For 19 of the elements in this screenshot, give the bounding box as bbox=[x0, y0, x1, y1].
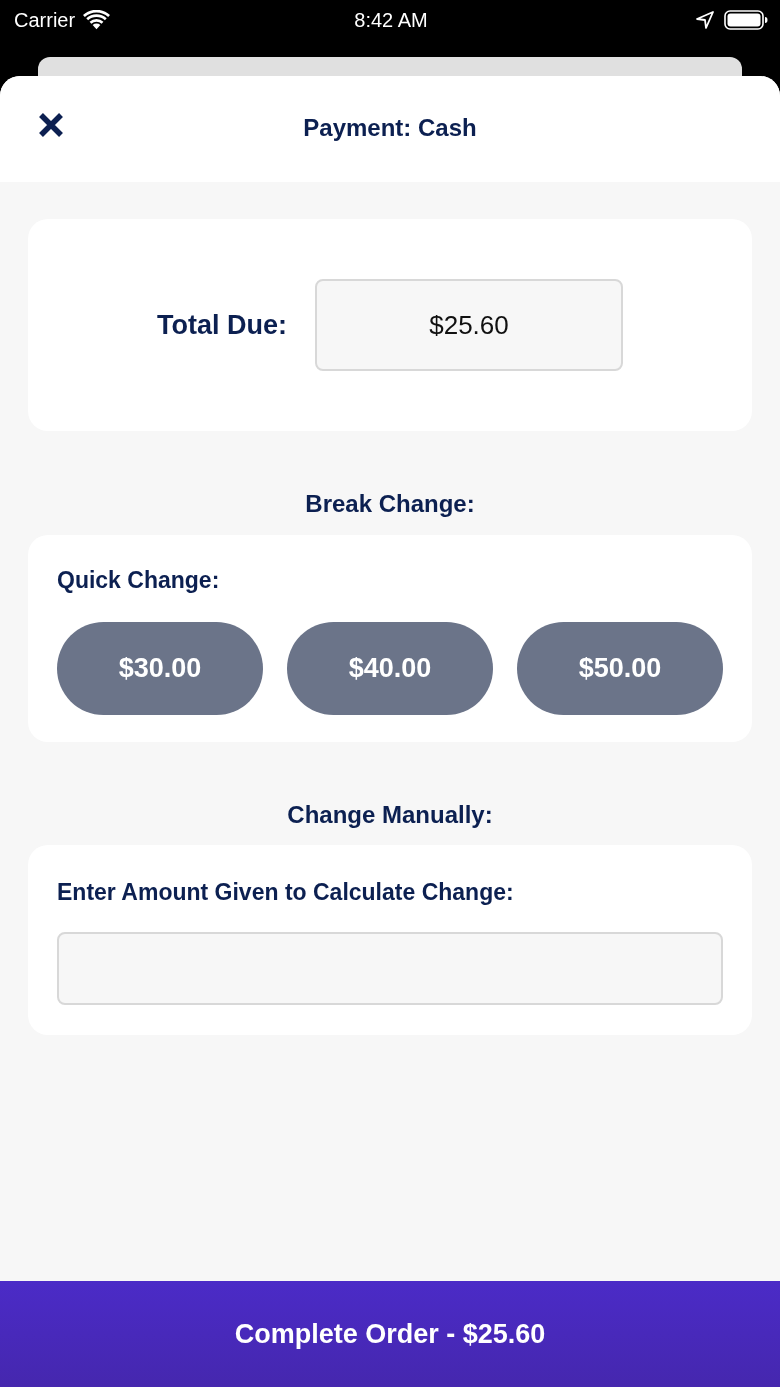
location-arrow-icon bbox=[696, 11, 714, 29]
battery-icon bbox=[724, 10, 768, 30]
quick-amount-button[interactable]: $30.00 bbox=[57, 622, 263, 715]
section-heading: Break Change: bbox=[305, 489, 475, 519]
clock-time: 8:42 AM bbox=[354, 8, 428, 32]
sheet-title: Payment: Cash bbox=[303, 113, 477, 143]
amount-input-field[interactable] bbox=[57, 932, 723, 1005]
close-icon bbox=[38, 112, 64, 138]
total-due-label: Total Due: bbox=[157, 309, 287, 342]
quick-change-label: Quick Change: bbox=[57, 567, 220, 593]
quick-amount-button[interactable]: $40.00 bbox=[287, 622, 493, 715]
total-due-field: $25.60 bbox=[315, 279, 623, 371]
section-heading: Change Manually: bbox=[287, 800, 493, 830]
close-button[interactable] bbox=[38, 112, 64, 138]
quick-amount-button[interactable]: $50.00 bbox=[517, 622, 723, 715]
carrier-name: Carrier bbox=[14, 8, 76, 32]
wifi-signal-icon bbox=[83, 10, 111, 30]
amount-given-label: Enter Amount Given to Calculate Change: bbox=[57, 879, 514, 905]
complete-order-button[interactable]: Complete Order - $25.60 bbox=[0, 1281, 780, 1387]
